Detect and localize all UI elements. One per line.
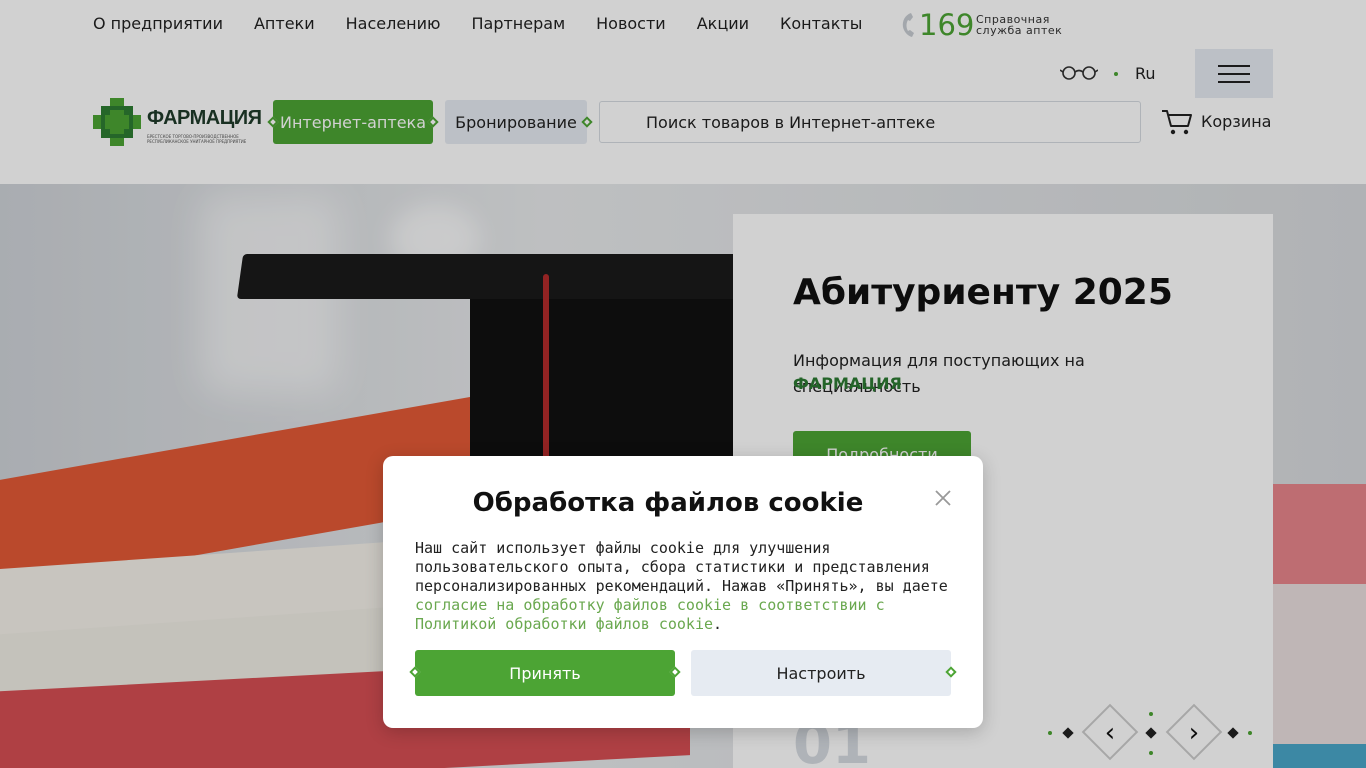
close-icon[interactable] bbox=[931, 486, 955, 510]
cookie-dialog: Обработка файлов cookie Наш сайт использ… bbox=[383, 456, 983, 728]
cookie-dialog-text: Наш сайт использует файлы cookie для улу… bbox=[415, 539, 948, 633]
settings-button[interactable]: Настроить bbox=[691, 650, 951, 696]
cookie-policy-link[interactable]: согласие на обработку файлов cookie в со… bbox=[415, 596, 885, 633]
cookie-dialog-title: Обработка файлов cookie bbox=[472, 488, 864, 518]
accept-button[interactable]: Принять bbox=[415, 650, 675, 696]
